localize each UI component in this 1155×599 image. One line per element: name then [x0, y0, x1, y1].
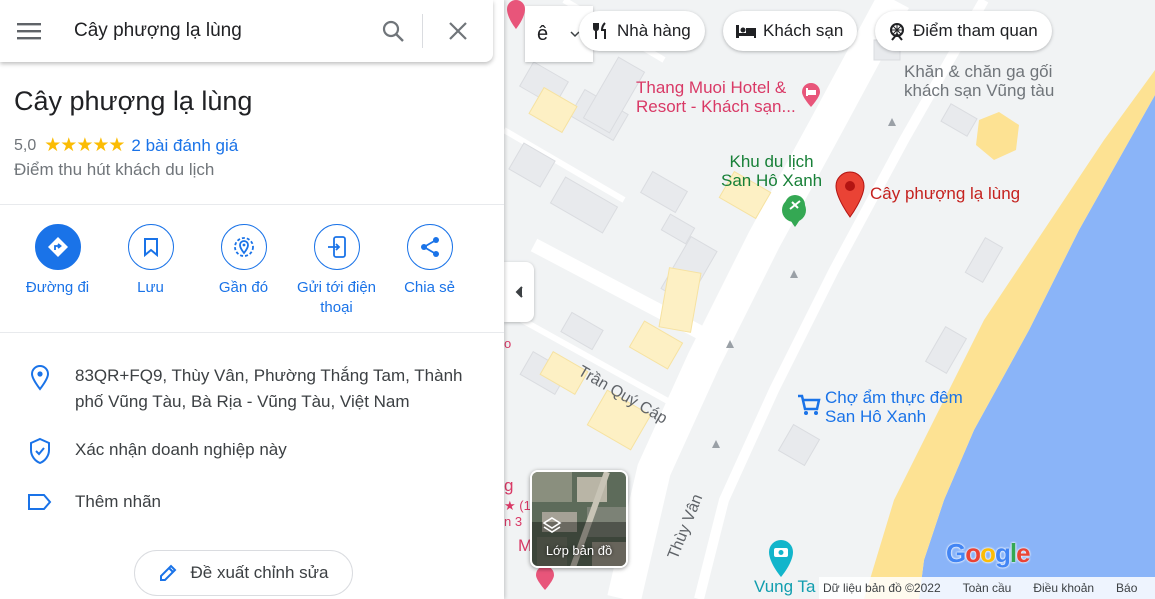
claim-business-text: Xác nhận doanh nghiệp này	[75, 440, 287, 459]
add-label-row[interactable]: Thêm nhãn	[0, 489, 504, 515]
label-icon	[27, 494, 51, 510]
address-text: 83QR+FQ9, Thùy Vân, Phường Thắng Tam, Th…	[75, 366, 463, 411]
bookmark-icon	[143, 238, 158, 257]
map-label-partial: g	[504, 476, 514, 495]
search-box[interactable]: Cây phượng lạ lùng	[0, 0, 493, 62]
menu-icon	[17, 23, 41, 40]
nearby-button[interactable]: Gần đó	[197, 224, 290, 318]
collapse-panel-button[interactable]	[504, 262, 534, 322]
divider	[0, 204, 504, 205]
layers-icon	[542, 516, 562, 541]
close-icon	[449, 22, 467, 40]
share-button[interactable]: Chia sẻ	[383, 224, 476, 318]
pencil-icon	[160, 564, 177, 581]
location-pin-icon	[30, 365, 49, 391]
global-link[interactable]: Toàn cầu	[963, 581, 1012, 595]
place-category[interactable]: Điểm thu hút khách du lịch	[14, 160, 214, 180]
claim-business-row[interactable]: Xác nhận doanh nghiệp này	[0, 437, 504, 465]
search-icon	[382, 20, 404, 42]
place-side-panel: Cây phượng lạ lùng Cây phượng lạ lùng 5,…	[0, 0, 504, 599]
action-buttons: Đường đi Lưu Gần đó Gửi tới điện thoại C…	[0, 224, 504, 318]
hotel-marker-icon[interactable]	[800, 82, 822, 113]
map-label-park[interactable]: Khu du lịch San Hô Xanh	[721, 152, 822, 190]
chip-restaurants[interactable]: Nhà hàng	[579, 11, 705, 51]
send-to-phone-button[interactable]: Gửi tới điện thoại	[290, 224, 383, 318]
search-input[interactable]: Cây phượng lạ lùng	[58, 20, 364, 42]
map-label-hotel[interactable]: Thang Muoi Hotel & Resort - Khách sạn...	[636, 78, 796, 116]
map-label-selected-place[interactable]: Cây phượng lạ lùng	[870, 184, 1020, 203]
edge-marker-top-icon	[506, 0, 526, 35]
map-layers-button[interactable]: Lớp bản đồ	[530, 470, 628, 568]
verified-shield-icon	[29, 437, 50, 465]
restaurant-icon	[591, 21, 611, 41]
report-link[interactable]: Báo	[1116, 581, 1137, 595]
map-data-attribution: Dữ liệu bản đồ ©2022	[823, 581, 941, 595]
search-button[interactable]	[364, 19, 422, 43]
map-canvas[interactable]: ê Nhà hàng Khách sạn Điểm tham quan Than…	[504, 0, 1155, 599]
chevron-left-icon	[515, 286, 523, 298]
menu-button[interactable]	[0, 22, 58, 40]
rating-row: 5,0 ★★★★★ 2 bài đánh giá	[14, 134, 238, 157]
nearby-icon	[233, 237, 254, 257]
map-label-partial: n 3	[504, 514, 523, 529]
suggest-edit-button[interactable]: Đề xuất chỉnh sửa	[134, 550, 353, 596]
chip-attractions[interactable]: Điểm tham quan	[875, 11, 1052, 51]
edge-marker-icon	[534, 565, 556, 596]
reviews-link[interactable]: 2 bài đánh giá	[131, 136, 238, 156]
map-label-partial: o	[504, 336, 512, 351]
place-title: Cây phượng lạ lùng	[14, 86, 253, 116]
map-label-towels-store[interactable]: Khăn & chăn ga gối khách sạn Vũng tàu	[904, 62, 1054, 100]
attraction-icon	[887, 21, 907, 41]
divider	[0, 332, 504, 333]
clear-search-button[interactable]	[423, 22, 493, 40]
shopping-cart-icon[interactable]	[796, 392, 822, 423]
directions-icon	[47, 237, 68, 257]
chip-hotels[interactable]: Khách sạn	[723, 11, 858, 51]
share-icon	[420, 237, 439, 257]
map-label-night-market[interactable]: Chợ ẩm thực đêm San Hô Xanh	[825, 388, 963, 426]
add-label-text: Thêm nhãn	[75, 492, 161, 511]
map-label-vung-tau[interactable]: Vung Ta	[754, 577, 815, 596]
send-to-phone-icon	[327, 236, 346, 258]
park-marker-icon[interactable]	[783, 192, 807, 233]
rating-value: 5,0	[14, 136, 37, 154]
rating-stars: ★★★★★	[44, 135, 125, 156]
terms-link[interactable]: Điều khoản	[1033, 581, 1094, 595]
map-footer: Dữ liệu bản đồ ©2022 Toàn cầu Điều khoản…	[819, 577, 1155, 599]
hotel-icon	[735, 22, 757, 40]
google-logo: Google	[946, 538, 1031, 568]
save-button[interactable]: Lưu	[104, 224, 197, 318]
selected-place-pin-icon[interactable]	[834, 170, 866, 223]
directions-button[interactable]: Đường đi	[11, 224, 104, 318]
address-row[interactable]: 83QR+FQ9, Thùy Vân, Phường Thắng Tam, Th…	[0, 363, 504, 415]
